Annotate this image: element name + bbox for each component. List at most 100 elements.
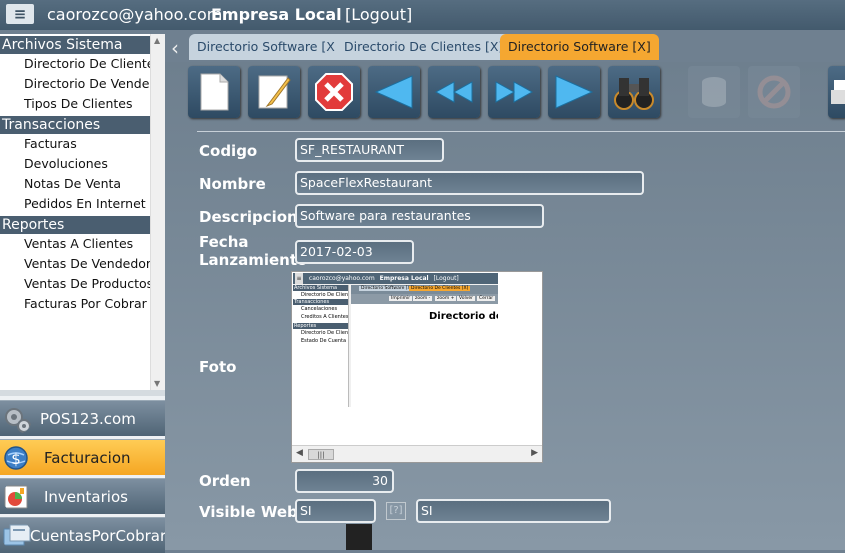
logout-link[interactable]: [Logout]: [345, 5, 412, 24]
thumb-company: Empresa Local: [379, 275, 429, 282]
sidebar-divider: [0, 390, 165, 396]
previous-button[interactable]: [428, 66, 480, 118]
scroll-down-icon[interactable]: ▼: [154, 379, 160, 388]
thumb-topbar: ≡ caorozco@yahoo.com Empresa Local [Logo…: [293, 273, 498, 284]
edit-button[interactable]: [248, 66, 300, 118]
nombre-label: Nombre: [199, 175, 266, 193]
thumb-buttons: Imprimir zoom - zoom + Volver Cerrar: [351, 294, 498, 304]
thumb-menu-icon: ≡: [295, 273, 303, 284]
next-button[interactable]: [488, 66, 540, 118]
sidebar-item-directorio-clientes[interactable]: Directorio De Clientes: [0, 54, 150, 74]
foto-label: Foto: [199, 358, 237, 376]
thumb-btn: Imprimir: [389, 296, 413, 301]
thumb-tab: Directorio Software [X]: [359, 286, 415, 291]
sidebar-item-ventas-vendedores[interactable]: Ventas De Vendedores: [0, 254, 150, 274]
thumb-tab-active: Directorio De Clientes [X]: [409, 286, 471, 291]
scroll-left-icon[interactable]: ◀: [296, 448, 303, 458]
thumb-btn: Volver: [457, 296, 476, 301]
chevron-left-icon[interactable]: ‹: [171, 36, 179, 60]
thumb-btn: Cerrar: [477, 296, 496, 301]
sidebar-scrollbar[interactable]: ▲ ▼: [150, 34, 165, 390]
delete-button[interactable]: [308, 66, 360, 118]
binoculars-icon: [614, 78, 654, 110]
chart-icon: [4, 485, 28, 508]
sidebar-item-tipos-clientes[interactable]: Tipos De Clientes: [0, 94, 150, 114]
sidebar-item-ventas-productos[interactable]: Ventas De Productos: [0, 274, 150, 294]
scroll-thumb[interactable]: |||: [308, 449, 334, 460]
descripcion-field[interactable]: Software para restaurantes: [295, 204, 544, 228]
thumb-heading: Directorio de C: [429, 311, 498, 322]
orden-field[interactable]: 30: [295, 469, 394, 493]
thumb-item: Directorio De Clientes: [301, 292, 349, 298]
edit-icon: [258, 75, 291, 109]
tab-directorio-software-2[interactable]: Directorio Software [X]: [500, 34, 659, 60]
company-name: Empresa Local: [211, 5, 342, 24]
nombre-field[interactable]: SpaceFlexRestaurant: [295, 171, 644, 195]
section-transacciones[interactable]: Transacciones: [0, 116, 150, 134]
codigo-field[interactable]: SF_RESTAURANT: [295, 138, 444, 162]
module-label: CuentasPorCobrar: [30, 526, 167, 545]
new-button[interactable]: [188, 66, 240, 118]
last-button[interactable]: [548, 66, 600, 118]
visible-web-select[interactable]: SI: [295, 499, 376, 523]
photo-frame[interactable]: ≡ caorozco@yahoo.com Empresa Local [Logo…: [291, 271, 543, 463]
lanzamiento-label: Lanzamiento: [199, 251, 308, 269]
thumb-item: Cancelaciones: [301, 306, 338, 312]
visible-web-field[interactable]: SI: [416, 499, 611, 523]
scroll-up-icon[interactable]: ▲: [154, 36, 160, 45]
sidebar-nav: Archivos Sistema Directorio De Clientes …: [0, 34, 150, 390]
sidebar-item-pedidos-internet[interactable]: Pedidos En Internet: [0, 194, 150, 214]
module-label: Facturacion: [44, 448, 131, 467]
search-button[interactable]: [608, 66, 660, 118]
sidebar-item-directorio-vendedores[interactable]: Directorio De Vendedores: [0, 74, 150, 94]
module-facturacion[interactable]: $ Facturacion: [0, 439, 165, 475]
sidebar-item-facturas[interactable]: Facturas: [0, 134, 150, 154]
descripcion-label: Descripcion: [199, 208, 298, 226]
photo-thumbnail: ≡ caorozco@yahoo.com Empresa Local [Logo…: [293, 273, 498, 407]
photo-scrollbar[interactable]: ◀ ||| ▶: [292, 445, 542, 462]
fecha-field[interactable]: 2017-02-03: [295, 240, 414, 264]
thumb-btn: zoom -: [413, 296, 433, 301]
scroll-right-icon[interactable]: ▶: [531, 448, 538, 458]
delete-icon: [315, 73, 353, 111]
database-button[interactable]: [688, 66, 740, 118]
no-entry-icon: [757, 75, 791, 109]
gears-icon: [5, 407, 31, 433]
help-icon[interactable]: [?]: [386, 502, 406, 520]
sidebar-item-devoluciones[interactable]: Devoluciones: [0, 154, 150, 174]
rewind-icon: [434, 81, 473, 103]
module-pos123[interactable]: POS123.com: [0, 400, 165, 436]
sidebar-item-notas-venta[interactable]: Notas De Venta: [0, 174, 150, 194]
print-button[interactable]: [828, 66, 845, 118]
sidebar-item-facturas-cobrar[interactable]: Facturas Por Cobrar: [0, 294, 150, 314]
thumb-item: Estado De Cuenta De: [301, 338, 348, 344]
database-icon: [702, 77, 726, 107]
module-cuentasporcobrar[interactable]: CuentasPorCobrar: [0, 517, 167, 553]
fast-forward-icon: [495, 81, 534, 103]
thumb-content: Directorio Software [X] Directorio De Cl…: [351, 285, 498, 407]
thumb-btn: zoom +: [435, 296, 457, 301]
menu-icon[interactable]: ≡: [6, 4, 34, 24]
new-document-icon: [200, 73, 229, 111]
thumb-item: Directorio De Clientes: [301, 330, 349, 336]
first-icon: [374, 75, 413, 109]
section-reportes[interactable]: Reportes: [0, 216, 150, 234]
module-label: Inventarios: [44, 487, 128, 506]
sidebar-item-ventas-clientes[interactable]: Ventas A Clientes: [0, 234, 150, 254]
thumb-item: Creditos A Clientes: [301, 314, 349, 320]
cancel-button[interactable]: [748, 66, 800, 118]
tab-directorio-software-1[interactable]: Directorio Software [X]: [189, 34, 348, 60]
module-label: POS123.com: [40, 409, 136, 428]
thumb-sidebar: Archivos Sistema Directorio De Clientes …: [293, 285, 349, 407]
section-archivos[interactable]: Archivos Sistema: [0, 36, 150, 54]
module-inventarios[interactable]: Inventarios: [0, 478, 165, 514]
thumb-logout: [Logout]: [433, 275, 459, 282]
user-email: caorozco@yahoo.com: [47, 5, 223, 24]
tab-directorio-clientes[interactable]: Directorio De Clientes [X]: [336, 34, 512, 60]
first-button[interactable]: [368, 66, 420, 118]
globe-icon: $: [4, 445, 28, 470]
main-content: Codigo SF_RESTAURANT Nombre SpaceFlexRes…: [165, 62, 845, 550]
top-bar: ≡ caorozco@yahoo.com Empresa Local [Logo…: [0, 0, 845, 30]
last-icon: [555, 75, 594, 109]
dropdown-toggle[interactable]: [346, 524, 372, 550]
